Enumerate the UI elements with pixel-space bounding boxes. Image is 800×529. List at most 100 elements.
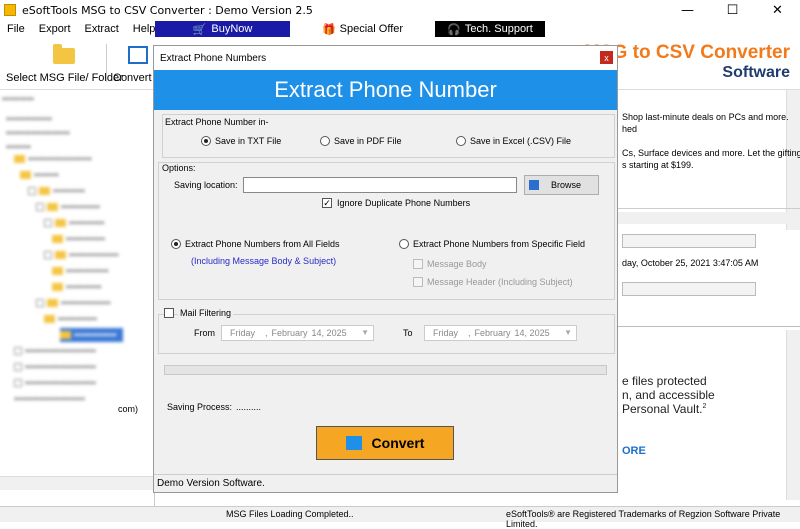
window-title: eSoftTools MSG to CSV Converter : Demo V… xyxy=(22,3,313,17)
tree-item-label[interactable]: com) xyxy=(118,402,138,416)
folder-tree[interactable]: ▪▪▪▪▪▪▪▪▪ ▪▪▪▪▪▪▪▪▪▪▪▪▪ ▪▪▪▪▪▪▪▪▪▪▪▪▪▪▪▪… xyxy=(0,90,155,506)
specific-field-radio[interactable] xyxy=(399,239,409,249)
to-date-picker[interactable]: Friday , February 14, 2025 ▼ xyxy=(424,325,577,341)
tree-hscrollbar[interactable] xyxy=(0,476,154,490)
body-line3: Personal Vault.2 xyxy=(622,402,707,416)
tree-item[interactable]: ▪▪▪▪▪▪▪▪▪▪▪ xyxy=(36,200,100,214)
status-right: eSoftTools® are Registered Trademarks of… xyxy=(506,509,781,529)
specific-field-label[interactable]: Extract Phone Numbers from Specific Fiel… xyxy=(413,239,585,249)
preview-scrollbar[interactable] xyxy=(786,90,800,230)
app-icon xyxy=(4,4,16,16)
dialog-banner: Extract Phone Number xyxy=(154,70,617,110)
tree-item[interactable]: ▪▪▪▪▪▪▪▪▪▪▪▪▪▪▪▪▪▪▪▪ xyxy=(14,360,96,374)
to-date-day: Friday xyxy=(433,328,459,338)
tree-item[interactable]: ▪▪▪▪▪▪▪▪▪▪▪ xyxy=(44,312,97,326)
body-scrollbar[interactable] xyxy=(786,330,800,500)
browse-button[interactable]: Browse xyxy=(524,175,599,195)
message-body-label: Message Body xyxy=(427,259,487,269)
folder-icon xyxy=(53,44,76,64)
saving-location-input[interactable] xyxy=(243,177,517,193)
saving-process-value: .......... xyxy=(236,402,262,412)
message-body-checkbox[interactable] xyxy=(413,259,423,269)
status-bar: MSG Files Loading Completed.. eSoftTools… xyxy=(0,506,800,529)
dialog-title: Extract Phone Numbers xyxy=(160,52,267,64)
menu-file[interactable]: File xyxy=(0,23,32,35)
calendar-dropdown-icon: ▼ xyxy=(361,328,369,337)
tree-item[interactable]: ▪▪▪▪▪▪▪▪▪▪▪▪▪ xyxy=(6,112,52,126)
txt-radio-label[interactable]: Save in TXT File xyxy=(215,136,281,146)
export-icon xyxy=(345,436,362,450)
tree-item[interactable]: ▪▪▪▪▪▪▪▪▪▪▪▪▪▪ xyxy=(44,248,119,262)
tree-item[interactable]: ▪▪▪▪▪▪▪▪▪▪ xyxy=(52,280,101,294)
dialog-close-button[interactable]: x xyxy=(600,51,613,64)
close-window-button[interactable]: ✕ xyxy=(755,0,800,20)
special-offer-button[interactable]: 🎁 Special Offer xyxy=(290,21,435,37)
tech-support-label: Tech. Support xyxy=(464,23,533,35)
status-left: MSG Files Loading Completed.. xyxy=(226,509,354,519)
tree-item[interactable]: ▪▪▪▪▪▪▪▪▪▪▪▪▪▪▪▪▪▪ xyxy=(14,152,92,166)
tree-item[interactable]: ▪▪▪▪▪▪▪▪▪▪▪▪▪▪ xyxy=(36,296,111,310)
from-date-picker[interactable]: Friday , February 14, 2025 ▼ xyxy=(221,325,374,341)
preview-line4: s starting at $199. xyxy=(622,160,694,170)
tree-item[interactable]: ▪▪▪▪▪▪▪▪▪▪▪ xyxy=(52,232,105,246)
tech-support-button[interactable]: 🎧 Tech. Support xyxy=(435,21,545,37)
ignore-duplicate-checkbox[interactable]: ✓ xyxy=(322,198,332,208)
tree-item[interactable]: ▪▪▪▪▪▪▪▪▪▪▪▪▪▪▪▪▪▪ xyxy=(6,126,70,140)
tree-item[interactable]: ▪▪▪▪▪▪▪▪▪▪▪▪▪▪▪▪▪▪▪▪ xyxy=(14,392,85,406)
progress-bar xyxy=(164,365,607,375)
preview-date: day, October 25, 2021 3:47:05 AM xyxy=(622,258,759,268)
tree-item[interactable]: ▪▪▪▪▪▪▪▪▪▪▪▪▪▪▪▪▪▪▪▪ xyxy=(14,376,96,390)
preview-line2: hed xyxy=(622,124,638,134)
to-label: To xyxy=(403,328,413,338)
all-fields-note: (Including Message Body & Subject) xyxy=(191,256,337,266)
menu-export[interactable]: Export xyxy=(32,23,78,35)
special-offer-label: Special Offer xyxy=(339,23,404,35)
options-label: Options: xyxy=(162,163,196,173)
browse-label: Browse xyxy=(551,180,582,190)
buynow-label: BuyNow xyxy=(211,23,253,35)
buynow-button[interactable]: 🛒 BuyNow xyxy=(155,21,290,37)
csv-radio-label[interactable]: Save in Excel (.CSV) File xyxy=(470,136,571,146)
tree-item-selected[interactable]: ▪▪▪▪▪▪▪▪▪▪▪▪ xyxy=(60,328,123,342)
saving-process-label: Saving Process: xyxy=(167,402,233,412)
pdf-radio-label[interactable]: Save in PDF File xyxy=(334,136,402,146)
tree-item[interactable]: ▪▪▪▪▪▪▪▪▪ xyxy=(28,184,85,198)
pdf-radio[interactable] xyxy=(320,136,330,146)
saving-location-label: Saving location: xyxy=(174,180,238,190)
body-line1: e files protected xyxy=(622,374,707,388)
learn-more-link[interactable]: ORE xyxy=(622,445,646,457)
minimize-button[interactable]: — xyxy=(665,0,710,20)
tree-item[interactable]: ▪▪▪▪▪▪▪▪▪▪▪▪ xyxy=(52,264,109,278)
calendar-dropdown-icon: ▼ xyxy=(564,328,572,337)
convert-label: Convert xyxy=(371,435,425,451)
tree-item[interactable]: ▪▪▪▪▪▪▪▪▪▪▪▪▪▪▪▪▪▪▪▪ xyxy=(14,344,96,358)
tree-item[interactable]: ▪▪▪▪▪▪▪ xyxy=(20,168,59,182)
csv-radio[interactable] xyxy=(456,136,466,146)
all-fields-radio[interactable] xyxy=(171,239,181,249)
from-date-day: Friday xyxy=(230,328,256,338)
from-label: From xyxy=(194,328,215,338)
tree-item[interactable]: ▪▪▪▪▪▪▪▪▪▪ xyxy=(44,216,104,230)
mail-filtering-checkbox[interactable] xyxy=(164,308,174,318)
from-date-date: 14, 2025 xyxy=(311,328,347,338)
body-line2: n, and accessible xyxy=(622,388,715,402)
maximize-button[interactable]: ☐ xyxy=(710,0,755,20)
ignore-duplicate-label[interactable]: Ignore Duplicate Phone Numbers xyxy=(337,198,470,208)
mail-filtering-label[interactable]: Mail Filtering xyxy=(178,308,234,318)
tree-item[interactable]: ▪▪▪▪▪▪▪▪▪ xyxy=(2,92,34,106)
message-header-checkbox[interactable] xyxy=(413,277,423,287)
from-date-month: February xyxy=(271,328,308,338)
preview-hscrollbar[interactable] xyxy=(618,212,800,224)
all-fields-label[interactable]: Extract Phone Numbers from All Fields xyxy=(185,239,340,249)
dialog-status-text: Demo Version Software. xyxy=(157,478,265,489)
title-bar: eSoftTools MSG to CSV Converter : Demo V… xyxy=(0,0,800,20)
to-date-date: 14, 2025 xyxy=(514,328,550,338)
menu-extract[interactable]: Extract xyxy=(78,23,126,35)
convert-button[interactable]: Convert xyxy=(316,426,454,460)
dialog-title-bar: Extract Phone Numbers xyxy=(154,46,617,70)
txt-radio[interactable] xyxy=(201,136,211,146)
preview-line1: Shop last-minute deals on PCs and more. xyxy=(622,112,789,122)
headset-icon: 🎧 xyxy=(447,23,461,36)
gift-icon: 🎁 xyxy=(321,23,336,36)
message-header-label: Message Header (Including Subject) xyxy=(427,277,573,287)
